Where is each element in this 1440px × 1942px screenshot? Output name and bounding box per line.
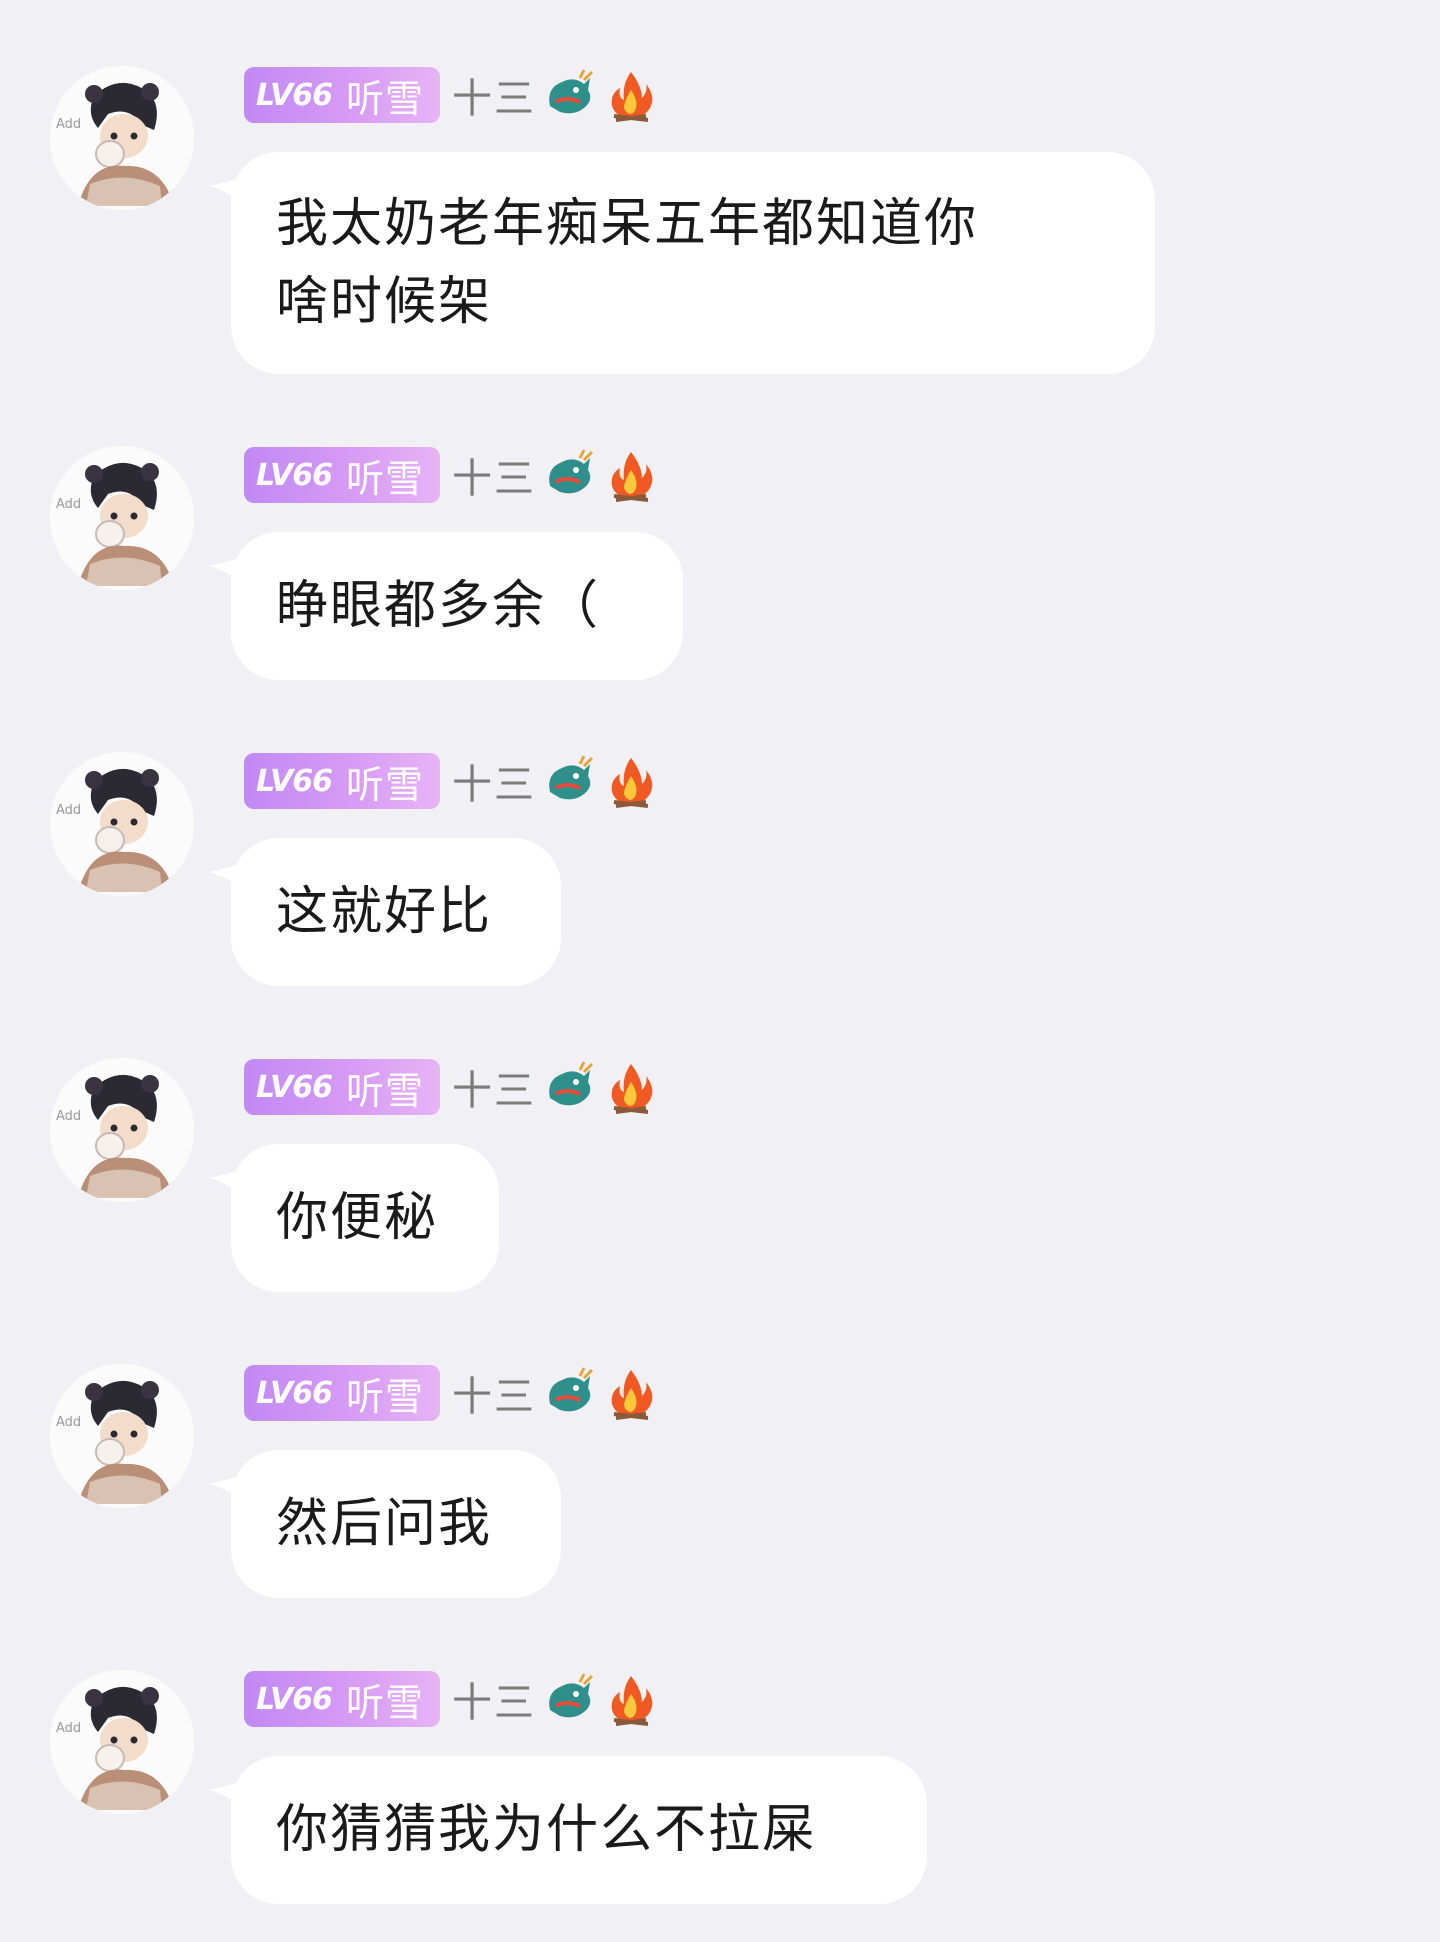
message-text: 你便秘	[276, 1188, 439, 1248]
message-text: 我太奶老年痴呆五年都知道你 啥时候架	[276, 194, 979, 332]
message-header: LV66 听雪 十三	[244, 446, 660, 504]
message-header: LV66 听雪 十三	[244, 1364, 660, 1422]
dragon-icon	[540, 752, 598, 810]
chat-message-list[interactable]: Add LV66 听雪 十三 我太奶老年痴呆五年都知道你 啥时候架 Add LV…	[0, 0, 1440, 1942]
dragon-icon	[540, 1670, 598, 1728]
bubble-tail	[209, 858, 249, 898]
level-label: LV66	[256, 457, 333, 493]
level-label: LV66	[256, 1681, 333, 1717]
avatar-image: Add	[50, 1364, 194, 1508]
message-text: 这就好比	[276, 882, 493, 942]
fire-icon	[602, 1670, 660, 1728]
svg-text:Add: Add	[56, 117, 81, 132]
avatar[interactable]: Add	[50, 752, 194, 896]
fire-icon	[602, 66, 660, 124]
username[interactable]: 十三	[452, 446, 536, 504]
message-header: LV66 听雪 十三	[244, 1670, 660, 1728]
level-badge[interactable]: LV66 听雪	[244, 447, 440, 503]
fire-icon	[602, 752, 660, 810]
dragon-icon	[540, 1364, 598, 1422]
level-label: LV66	[256, 763, 333, 799]
bubble-tail	[209, 1164, 249, 1204]
svg-text:Add: Add	[56, 803, 81, 818]
bubble-tail	[209, 1470, 249, 1510]
username[interactable]: 十三	[452, 66, 536, 124]
message-bubble[interactable]: 我太奶老年痴呆五年都知道你 啥时候架	[209, 152, 1155, 374]
message-header: LV66 听雪 十三	[244, 752, 660, 810]
username[interactable]: 十三	[452, 1364, 536, 1422]
level-label: LV66	[256, 1069, 333, 1105]
message-bubble[interactable]: 这就好比	[209, 838, 561, 986]
title-label: 听雪	[345, 456, 424, 501]
message-bubble[interactable]: 睁眼都多余（	[209, 532, 683, 680]
avatar[interactable]: Add	[50, 1058, 194, 1202]
fire-icon	[602, 1058, 660, 1116]
bubble-tail	[209, 552, 249, 592]
avatar-image: Add	[50, 1058, 194, 1202]
username[interactable]: 十三	[452, 752, 536, 810]
svg-text:Add: Add	[56, 497, 81, 512]
title-label: 听雪	[345, 1374, 424, 1419]
message-header: LV66 听雪 十三	[244, 66, 660, 124]
avatar[interactable]: Add	[50, 446, 194, 590]
message-bubble[interactable]: 然后问我	[209, 1450, 561, 1598]
title-label: 听雪	[345, 76, 424, 121]
svg-text:Add: Add	[56, 1109, 81, 1124]
username[interactable]: 十三	[452, 1058, 536, 1116]
level-badge[interactable]: LV66 听雪	[244, 1059, 440, 1115]
fire-icon	[602, 1364, 660, 1422]
level-label: LV66	[256, 1375, 333, 1411]
avatar[interactable]: Add	[50, 1364, 194, 1508]
message-bubble[interactable]: 你便秘	[209, 1144, 499, 1292]
message-bubble[interactable]: 你猜猜我为什么不拉屎	[209, 1756, 927, 1904]
dragon-icon	[540, 1058, 598, 1116]
username[interactable]: 十三	[452, 1670, 536, 1728]
bubble-tail	[209, 1776, 249, 1816]
avatar[interactable]: Add	[50, 66, 194, 210]
avatar[interactable]: Add	[50, 1670, 194, 1814]
level-badge[interactable]: LV66 听雪	[244, 67, 440, 123]
dragon-icon	[540, 446, 598, 504]
bubble-tail	[209, 172, 249, 212]
svg-text:Add: Add	[56, 1415, 81, 1430]
level-label: LV66	[256, 77, 333, 113]
message-text: 睁眼都多余（	[276, 576, 601, 636]
level-badge[interactable]: LV66 听雪	[244, 1671, 440, 1727]
avatar-image: Add	[50, 446, 194, 590]
avatar-image: Add	[50, 66, 194, 210]
message-text: 然后问我	[276, 1494, 493, 1554]
message-header: LV66 听雪 十三	[244, 1058, 660, 1116]
fire-icon	[602, 446, 660, 504]
svg-text:Add: Add	[56, 1721, 81, 1736]
title-label: 听雪	[345, 762, 424, 807]
level-badge[interactable]: LV66 听雪	[244, 1365, 440, 1421]
title-label: 听雪	[345, 1068, 424, 1113]
avatar-image: Add	[50, 752, 194, 896]
message-text: 你猜猜我为什么不拉屎	[276, 1800, 817, 1860]
avatar-image: Add	[50, 1670, 194, 1814]
title-label: 听雪	[345, 1680, 424, 1725]
level-badge[interactable]: LV66 听雪	[244, 753, 440, 809]
dragon-icon	[540, 66, 598, 124]
